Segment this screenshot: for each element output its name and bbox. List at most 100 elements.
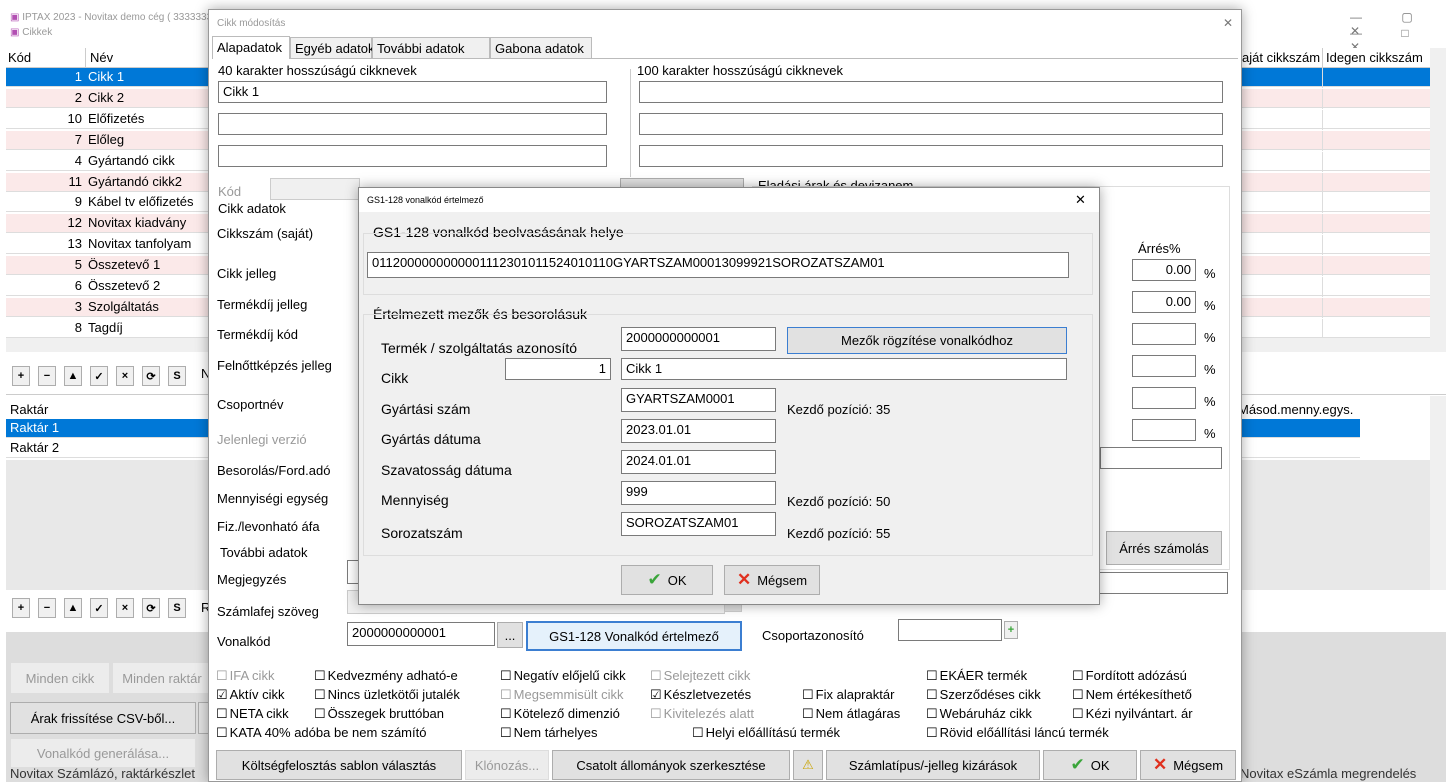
checkbox[interactable]: ☐ Nem tárhelyes — [500, 725, 597, 741]
toolbar-button[interactable]: + — [12, 598, 30, 618]
checkbox[interactable]: ☑ Aktív cikk — [216, 687, 285, 703]
szav-input[interactable]: 2024.01.01 — [621, 450, 776, 474]
checkbox[interactable]: ☐ Rövid előállítási láncú termék — [926, 725, 1109, 741]
checkbox[interactable]: ☐ Nincs üzletkötői jutalék — [314, 687, 460, 703]
menny-input[interactable]: 999 — [621, 481, 776, 505]
warehouse-header[interactable]: Raktár — [10, 402, 48, 417]
toolbar-button[interactable]: S — [168, 366, 186, 386]
tab-3[interactable]: Gabona adatok — [490, 37, 592, 59]
toolbar-button[interactable]: + — [12, 366, 30, 386]
name40-input-3[interactable] — [218, 145, 607, 167]
toolbar-button[interactable]: ▲ — [64, 598, 82, 618]
gs1-barcode-input[interactable]: 0112000000000001112301011524010110GYARTS… — [367, 252, 1069, 278]
col-nev-header[interactable]: Név — [90, 50, 113, 65]
toolbar-button[interactable]: − — [38, 598, 56, 618]
checkbox[interactable]: ☐ Fordított adózású — [1072, 668, 1187, 684]
tab-0[interactable]: Alapadatok — [212, 36, 290, 59]
datum-input[interactable]: 2023.01.01 — [621, 419, 776, 443]
arres-input[interactable] — [1132, 419, 1196, 441]
name100-input-1[interactable] — [639, 81, 1223, 103]
toolbar-button[interactable]: S — [168, 598, 186, 618]
list-scrollbar[interactable] — [1430, 48, 1446, 338]
checkbox[interactable]: ☐ Helyi előállítású termék — [692, 725, 840, 741]
arres-input[interactable] — [1132, 387, 1196, 409]
klonozas-button[interactable]: Klónozás... — [465, 750, 549, 780]
extra-price-input[interactable] — [1100, 447, 1222, 469]
checkbox[interactable]: ☐ Fix alapraktár — [802, 687, 894, 703]
edit-cancel-button[interactable]: ✕ Mégsem — [1140, 750, 1236, 780]
arres-input[interactable] — [1132, 323, 1196, 345]
toolbar-button[interactable]: ✓ — [90, 366, 108, 386]
checkbox[interactable]: ☐ Selejtezett cikk — [650, 668, 750, 684]
name100-input-3[interactable] — [639, 145, 1223, 167]
cikk-num-input[interactable]: 1 — [505, 358, 611, 380]
warehouse-scrollbar[interactable] — [1430, 396, 1446, 590]
checkbox[interactable]: ☐ Negatív előjelű cikk — [500, 668, 626, 684]
checkbox[interactable]: ☐ Nem értékesíthető — [1072, 687, 1192, 703]
checkbox[interactable]: ☐ EKÁER termék — [926, 668, 1027, 684]
tab-1[interactable]: Egyéb adatok — [290, 37, 375, 59]
arres-szamolas-button[interactable]: Árrés számolás — [1106, 531, 1222, 565]
checkbox[interactable]: ☐ Szerződéses cikk — [926, 687, 1041, 703]
vonalkod-browse-button[interactable]: ... — [497, 622, 523, 648]
warning-button[interactable]: ⚠ — [793, 750, 823, 780]
vonalkod-generalas-button[interactable]: Vonalkód generálása... — [10, 738, 196, 768]
koltsegfelosztas-button[interactable]: Költségfelosztás sablon választás — [216, 750, 462, 780]
checkbox[interactable]: ☐ Kötelező dimenzió — [500, 706, 620, 722]
checkbox[interactable]: ☐ KATA 40% adóba be nem számító — [216, 725, 426, 741]
checkbox[interactable]: ☐ NETA cikk — [216, 706, 289, 722]
checkbox[interactable]: ☑ Készletvezetés — [650, 687, 751, 703]
checkbox[interactable]: ☐ Kivitelezés alatt — [650, 706, 754, 722]
close-icon[interactable]: ✕ — [1223, 16, 1233, 30]
kod-input[interactable] — [270, 178, 360, 200]
arres-input[interactable] — [1132, 355, 1196, 377]
csatolt-allomanyok-button[interactable]: Csatolt állományok szerkesztése — [552, 750, 790, 780]
name40-input-2[interactable] — [218, 113, 607, 135]
minden-raktar-button[interactable]: Minden raktár — [112, 662, 212, 694]
arres-input[interactable]: 0.00 — [1132, 291, 1196, 313]
soro-input[interactable]: SOROZATSZAM01 — [621, 512, 776, 536]
col-sajat-header[interactable]: aját cikkszám — [1242, 50, 1320, 65]
warehouse-right-header[interactable]: Másod.menny.egys. — [1238, 402, 1353, 417]
name100-input-2[interactable] — [639, 113, 1223, 135]
arres-input[interactable]: 0.00 — [1132, 259, 1196, 281]
toolbar-button[interactable]: × — [116, 598, 134, 618]
csoportazonosito-input[interactable] — [898, 619, 1002, 641]
edit-ok-button[interactable]: ✔ OK — [1043, 750, 1137, 780]
toolbar-button[interactable]: ▲ — [64, 366, 82, 386]
toolbar-button[interactable]: ✓ — [90, 598, 108, 618]
gs1-close-icon[interactable]: ✕ — [1075, 192, 1086, 208]
checkbox[interactable]: ☐ Nem átlagáras — [802, 706, 900, 722]
tab-2[interactable]: További adatok — [372, 37, 490, 59]
checkbox[interactable]: ☐ Kézi nyilvántart. ár — [1072, 706, 1193, 722]
checkbox[interactable]: ☐ Kedvezmény adható-e — [314, 668, 458, 684]
toolbar-button[interactable]: × — [116, 366, 134, 386]
checkbox[interactable]: ☐ Webáruház cikk — [926, 706, 1032, 722]
name40-input-1[interactable]: Cikk 1 — [218, 81, 607, 103]
gs1-cancel-button[interactable]: ✕ Mégsem — [724, 565, 820, 595]
minden-cikk-button[interactable]: Minden cikk — [10, 662, 110, 694]
col-idegen-header[interactable]: Idegen cikkszám — [1326, 50, 1423, 65]
termek-input[interactable]: 2000000000001 — [621, 327, 776, 351]
checkbox[interactable]: ☐ IFA cikk — [216, 668, 274, 684]
checkbox[interactable]: ☐ Megsemmisült cikk — [500, 687, 623, 703]
szamlatipus-button[interactable]: Számlatípus/-jelleg kizárások — [826, 750, 1040, 780]
toolbar-button[interactable]: ⟳ — [142, 598, 160, 618]
toolbar-button[interactable]: − — [38, 366, 56, 386]
checkbox-box: ☐ — [216, 706, 228, 721]
checkbox-box: ☐ — [692, 725, 704, 740]
mezok-rogzitese-button[interactable]: Mezők rögzítése vonalkódhoz — [787, 327, 1067, 354]
checkbox[interactable]: ☐ Összegek bruttóban — [314, 706, 444, 722]
arak-frissitese-button[interactable]: Árak frissítése CSV-ből... — [10, 702, 196, 734]
gs1-ok-button[interactable]: ✔ OK — [621, 565, 713, 595]
csoportazonosito-plus-button[interactable]: + — [1004, 621, 1018, 639]
right-lower-input[interactable] — [1094, 572, 1228, 594]
vonalkod-input[interactable]: 2000000000001 — [347, 622, 495, 646]
vonalkod-label: Vonalkód — [217, 634, 271, 649]
col-kod-header[interactable]: Kód — [8, 50, 31, 65]
checkbox-box: ☐ — [314, 706, 326, 721]
gs1-interpreter-button[interactable]: GS1-128 Vonalkód értelmező — [526, 621, 742, 651]
gyartasi-input[interactable]: GYARTSZAM0001 — [621, 388, 776, 412]
toolbar-button[interactable]: ⟳ — [142, 366, 160, 386]
cikk-name-input[interactable]: Cikk 1 — [621, 358, 1067, 380]
